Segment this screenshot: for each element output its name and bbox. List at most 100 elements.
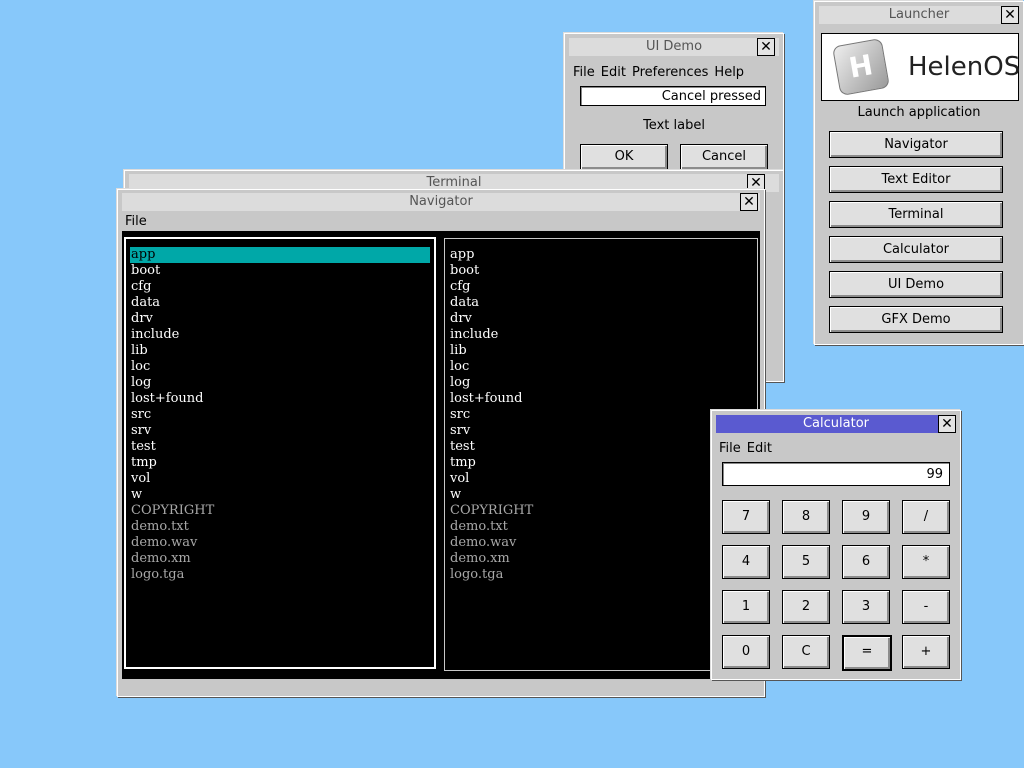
directory-entry[interactable]: w: [449, 487, 753, 503]
calc-key-button[interactable]: *: [902, 545, 950, 579]
menu-edit[interactable]: Edit: [601, 65, 626, 80]
calc-key-button[interactable]: +: [902, 635, 950, 669]
menu-preferences[interactable]: Preferences: [632, 65, 708, 80]
directory-entry[interactable]: test: [449, 439, 753, 455]
helenos-logo: H HelenOS: [821, 33, 1020, 101]
navigator-titlebar[interactable]: Navigator ✕: [122, 193, 760, 211]
calc-key-button[interactable]: 6: [842, 545, 890, 579]
terminal-title: Terminal: [426, 175, 482, 190]
left-file-panel[interactable]: app boot cfg data drv include lib loc log lost+fo…: [124, 237, 436, 669]
menu-help[interactable]: Help: [714, 65, 744, 80]
directory-entry[interactable]: include: [130, 327, 430, 343]
calc-key-button[interactable]: 8: [782, 500, 830, 534]
calc-key-button[interactable]: /: [902, 500, 950, 534]
directory-entry[interactable]: data: [449, 295, 753, 311]
launcher-window[interactable]: Launcher ✕ H HelenOS Launch application …: [814, 1, 1024, 345]
cancel-button[interactable]: Cancel: [680, 144, 768, 170]
directory-entry[interactable]: boot: [130, 263, 430, 279]
file-entry[interactable]: demo.xm: [449, 551, 753, 567]
directory-entry[interactable]: src: [130, 407, 430, 423]
directory-entry[interactable]: log: [130, 375, 430, 391]
directory-entry[interactable]: srv: [449, 423, 753, 439]
directory-entry[interactable]: vol: [449, 471, 753, 487]
close-icon[interactable]: ✕: [938, 415, 956, 433]
directory-entry[interactable]: src: [449, 407, 753, 423]
directory-entry[interactable]: log: [449, 375, 753, 391]
calc-key-button[interactable]: 7: [722, 500, 770, 534]
directory-entry[interactable]: data: [130, 295, 430, 311]
calculator-window[interactable]: Calculator ✕ File Edit 99 7 8 9 / 4 5 6 * 1 2 3- 0 C =…: [711, 410, 961, 680]
file-entry[interactable]: demo.xm: [130, 551, 430, 567]
file-entry[interactable]: logo.tga: [449, 567, 753, 583]
launch-text-editor-button[interactable]: Text Editor: [829, 166, 1003, 193]
file-entry[interactable]: COPYRIGHT: [449, 503, 753, 519]
launcher-heading: Launch application: [857, 105, 981, 120]
calculator-display[interactable]: 99: [722, 462, 950, 486]
directory-entry[interactable]: app: [449, 247, 753, 263]
launcher-titlebar[interactable]: Launcher ✕: [819, 6, 1019, 24]
close-icon[interactable]: ✕: [740, 193, 758, 211]
launch-ui-demo-button[interactable]: UI Demo: [829, 271, 1003, 298]
ui-demo-titlebar[interactable]: UI Demo ✕: [569, 38, 779, 56]
close-icon[interactable]: ✕: [757, 38, 775, 56]
calc-key-button[interactable]: 9: [842, 500, 890, 534]
file-entry[interactable]: demo.txt: [449, 519, 753, 535]
file-entry[interactable]: demo.wav: [449, 535, 753, 551]
file-entry[interactable]: COPYRIGHT: [130, 503, 430, 519]
calc-key-button[interactable]: 0: [722, 635, 770, 669]
launch-terminal-button[interactable]: Terminal: [829, 201, 1003, 228]
directory-entry[interactable]: lib: [130, 343, 430, 359]
navigator-title: Navigator: [409, 194, 473, 209]
launch-gfx-demo-button[interactable]: GFX Demo: [829, 306, 1003, 333]
directory-entry[interactable]: boot: [449, 263, 753, 279]
calc-key-button[interactable]: C: [782, 635, 830, 669]
directory-entry[interactable]: drv: [130, 311, 430, 327]
directory-entry[interactable]: tmp: [130, 455, 430, 471]
calc-key-button[interactable]: =: [842, 635, 892, 671]
navigator-menubar: File: [125, 213, 760, 231]
navigator-status-bar: [122, 679, 760, 692]
directory-entry[interactable]: app: [130, 247, 430, 263]
ui-demo-menubar: File Edit Preferences Help: [570, 64, 779, 82]
directory-entry[interactable]: w: [130, 487, 430, 503]
directory-entry[interactable]: test: [130, 439, 430, 455]
menu-file[interactable]: File: [719, 441, 741, 456]
directory-entry[interactable]: drv: [449, 311, 753, 327]
directory-entry[interactable]: srv: [130, 423, 430, 439]
directory-entry[interactable]: lost+found: [130, 391, 430, 407]
calculator-titlebar[interactable]: Calculator ✕: [716, 415, 956, 433]
launch-calculator-button[interactable]: Calculator: [829, 236, 1003, 263]
navigator-window[interactable]: Navigator ✕ File app boot cfg data drv includ…: [117, 189, 765, 697]
ok-button[interactable]: OK: [580, 144, 668, 170]
directory-entry[interactable]: loc: [449, 359, 753, 375]
launch-navigator-button[interactable]: Navigator: [829, 131, 1003, 158]
ui-demo-title: UI Demo: [645, 39, 703, 54]
directory-entry[interactable]: tmp: [449, 455, 753, 471]
menu-edit[interactable]: Edit: [747, 441, 772, 456]
left-file-list[interactable]: app boot cfg data drv include lib loc log lost+fo…: [130, 247, 430, 583]
calc-key-button[interactable]: 4: [722, 545, 770, 579]
calc-key-button[interactable]: -: [902, 590, 950, 624]
directory-entry[interactable]: cfg: [449, 279, 753, 295]
menu-file[interactable]: File: [573, 65, 595, 80]
calculator-display-value: 99: [926, 467, 943, 482]
directory-entry[interactable]: vol: [130, 471, 430, 487]
file-entry[interactable]: demo.wav: [130, 535, 430, 551]
close-icon[interactable]: ✕: [1001, 6, 1019, 24]
directory-entry[interactable]: cfg: [130, 279, 430, 295]
menu-file[interactable]: File: [125, 214, 147, 229]
calc-key-button[interactable]: 3: [842, 590, 890, 624]
launcher-title: Launcher: [888, 7, 950, 22]
directory-entry[interactable]: lost+found: [449, 391, 753, 407]
calculator-title: Calculator: [802, 416, 869, 431]
calc-key-button[interactable]: 1: [722, 590, 770, 624]
ui-demo-text-entry[interactable]: Cancel pressed: [580, 86, 766, 106]
directory-entry[interactable]: lib: [449, 343, 753, 359]
calc-key-button[interactable]: 2: [782, 590, 830, 624]
file-entry[interactable]: logo.tga: [130, 567, 430, 583]
file-entry[interactable]: demo.txt: [130, 519, 430, 535]
directory-entry[interactable]: include: [449, 327, 753, 343]
directory-entry[interactable]: loc: [130, 359, 430, 375]
right-file-list[interactable]: app boot cfg data drv include lib loc log lost+fo…: [449, 247, 753, 583]
calc-key-button[interactable]: 5: [782, 545, 830, 579]
